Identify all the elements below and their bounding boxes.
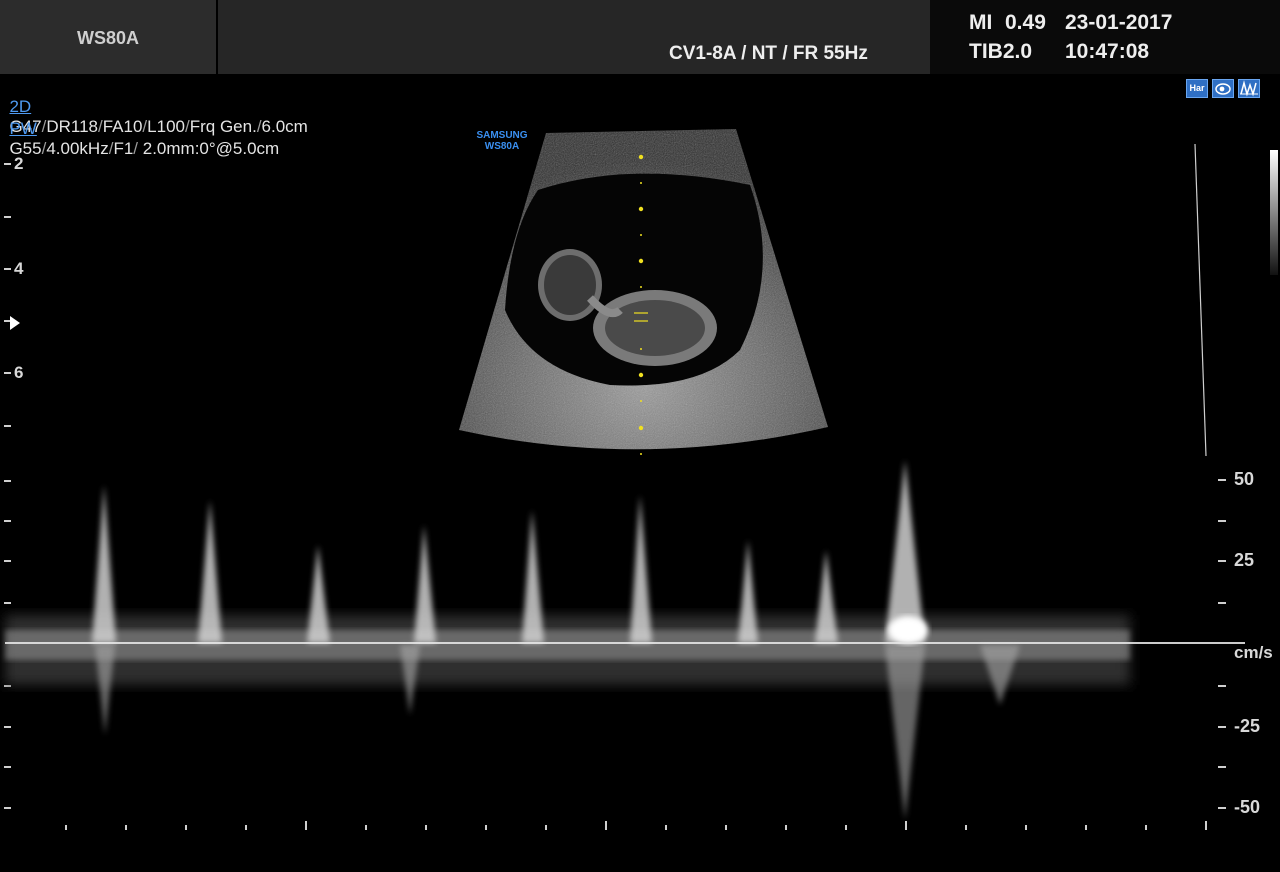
model-label: WS80A — [76, 28, 139, 48]
time-tick — [185, 825, 187, 830]
param-gate: 2.0mm:0°@5.0cm — [138, 139, 280, 158]
param-line-pw: PW G55/4.00kHz/F1/ 2.0mm:0°@5.0cm — [9, 119, 280, 158]
fetal-preset-icon[interactable] — [1212, 79, 1234, 98]
velocity-tick — [1218, 602, 1226, 604]
param-filter: F1 — [113, 139, 134, 158]
velocity-label-50: 50 — [1234, 469, 1255, 489]
depth-tick — [4, 425, 11, 427]
time-tick — [725, 825, 727, 830]
depth-label-2: 2 — [14, 154, 24, 173]
sweep-indicator-line — [1194, 143, 1207, 457]
time-tick — [125, 825, 127, 830]
velocity-unit-label: cm/s — [1234, 643, 1273, 662]
depth-label-6: 6 — [14, 363, 24, 382]
time-tick — [1085, 825, 1087, 830]
brand-line2: WS80A — [484, 141, 520, 152]
time-tick — [365, 825, 367, 830]
time-tick — [785, 825, 787, 830]
velocity-tick — [1218, 560, 1226, 562]
exam-time: 10:47:08 — [1065, 40, 1150, 63]
mi-value: 0.49 — [1005, 11, 1046, 34]
time-tick — [245, 825, 247, 830]
time-tick — [485, 825, 487, 830]
brand-line1: SAMSUNG — [476, 130, 528, 141]
tib-label: TIB2.0 — [969, 40, 1033, 63]
time-tick — [425, 825, 427, 830]
time-tick — [965, 825, 967, 830]
time-tick — [665, 825, 667, 830]
velocity-tick — [1218, 807, 1226, 809]
time-tick — [545, 825, 547, 830]
velocity-tick — [1218, 479, 1226, 481]
depth-tick — [4, 216, 11, 218]
brand-logo: SAMSUNG WS80A — [470, 130, 534, 152]
time-tick — [845, 825, 847, 830]
time-tick — [1205, 821, 1207, 830]
depth-tick — [4, 268, 11, 270]
depth-tick — [4, 163, 11, 165]
time-tick — [1025, 825, 1027, 830]
mi-label: MI — [969, 11, 993, 34]
probe-info: CV1-8A / NT / FR 55Hz — [669, 43, 868, 64]
velocity-tick — [1218, 726, 1226, 728]
param-prf: 4.00kHz — [46, 139, 109, 158]
model-box: WS80A — [0, 0, 216, 74]
velocity-tick — [1218, 685, 1226, 687]
b-mode-image[interactable] — [450, 120, 840, 465]
velocity-tick — [1218, 766, 1226, 768]
focus-marker-icon[interactable] — [10, 316, 20, 330]
harmonic-icon[interactable]: Har — [1186, 79, 1208, 98]
doppler-spectrum[interactable] — [0, 455, 1250, 830]
time-tick — [1145, 825, 1147, 830]
time-tick — [605, 821, 607, 830]
time-tick — [65, 825, 67, 830]
header-bar: WS80A CV1-8A / NT / FR 55Hz MI 0.49 TIB2… — [0, 0, 1280, 74]
exam-date: 23-01-2017 — [1065, 11, 1173, 34]
doppler-spectrum-icon[interactable] — [1238, 79, 1260, 98]
depth-label-4: 4 — [14, 259, 24, 278]
velocity-label-minus-50: -50 — [1234, 797, 1261, 817]
gray-scale-bar — [1270, 150, 1278, 275]
velocity-label-minus-25: -25 — [1234, 716, 1261, 736]
time-tick — [905, 821, 907, 830]
velocity-tick — [1218, 520, 1226, 522]
time-tick — [305, 821, 307, 830]
header-status-area: MI 0.49 TIB2.0 23-01-2017 10:47:08 — [930, 0, 1280, 74]
velocity-label-25: 25 — [1234, 550, 1255, 570]
mode-pw-label[interactable]: PW — [9, 119, 36, 138]
depth-tick — [4, 372, 11, 374]
